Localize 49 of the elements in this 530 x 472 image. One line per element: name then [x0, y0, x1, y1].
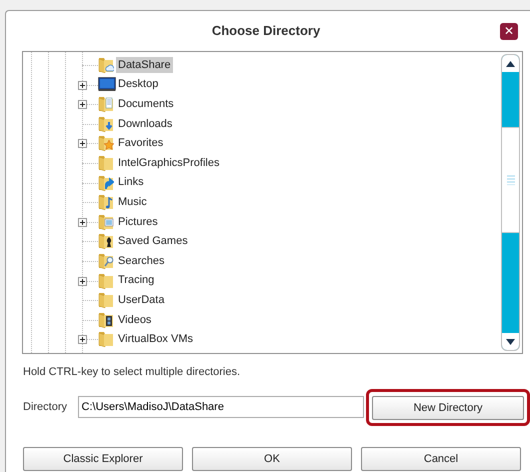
tree-item[interactable]: Pictures	[116, 214, 160, 230]
tree-item[interactable]: Videos	[116, 312, 154, 328]
tree-item[interactable]: Saved Games	[116, 233, 190, 250]
window-title: Choose Directory	[212, 22, 320, 40]
tree-item[interactable]: Desktop	[116, 76, 160, 92]
dialog-button[interactable]: OK	[192, 446, 352, 471]
folder-icon	[98, 291, 114, 308]
tree-item[interactable]: Music	[116, 194, 149, 210]
tree-item[interactable]: Links	[116, 174, 146, 190]
expand-icon[interactable]	[78, 218, 87, 227]
dialog-button[interactable]: Cancel	[361, 446, 521, 471]
tree-item[interactable]: Favorites	[116, 135, 166, 152]
tree-item[interactable]: UserData	[116, 292, 166, 308]
folder-star-icon	[98, 134, 114, 152]
expand-icon[interactable]	[78, 276, 87, 286]
scrollbar[interactable]	[501, 54, 520, 351]
scroll-up-icon[interactable]	[502, 55, 519, 72]
folder-chess-piece-icon	[98, 232, 114, 250]
expand-icon[interactable]	[78, 100, 87, 110]
folder-icon	[98, 272, 114, 289]
folder-cloud-icon	[98, 56, 114, 73]
folder-document-icon	[98, 95, 114, 112]
tree-item[interactable]: IntelGraphicsProfiles	[116, 154, 222, 171]
folder-arrow-icon	[98, 174, 114, 191]
new-directory-button[interactable]: New Directory	[372, 396, 524, 420]
tree-item[interactable]: Searches	[116, 252, 166, 269]
expand-icon[interactable]	[78, 139, 87, 148]
scroll-down-icon[interactable]	[502, 333, 519, 350]
folder-image-icon	[98, 212, 114, 230]
desktop-icon	[98, 76, 116, 92]
expand-icon[interactable]	[78, 335, 87, 344]
tree-item[interactable]: Documents	[116, 96, 176, 112]
folder-note-icon	[98, 193, 114, 210]
tree-item[interactable]: VirtualBox VMs	[116, 331, 195, 348]
scroll-thumb[interactable]	[502, 127, 519, 233]
dialog-button[interactable]: Classic Explorer	[23, 446, 183, 471]
folder-magnifier-icon	[98, 252, 114, 269]
folder-arrow-icon	[98, 114, 114, 132]
tree-item[interactable]: Tracing	[116, 272, 156, 288]
tree-item[interactable]: DataShare	[116, 56, 173, 73]
hint-text: Hold CTRL-key to select multiple directories.	[23, 365, 242, 380]
folder-film-icon	[98, 310, 114, 328]
tree-item[interactable]: Downloads	[116, 116, 174, 132]
expand-icon[interactable]	[78, 80, 87, 90]
folder-icon	[98, 330, 114, 348]
folder-icon	[98, 154, 114, 171]
close-button[interactable]: ✕	[500, 23, 518, 40]
directory-label: Directory	[23, 400, 68, 415]
directory-field[interactable]: C:\Users\MadisoJ\DataShare	[78, 396, 364, 418]
